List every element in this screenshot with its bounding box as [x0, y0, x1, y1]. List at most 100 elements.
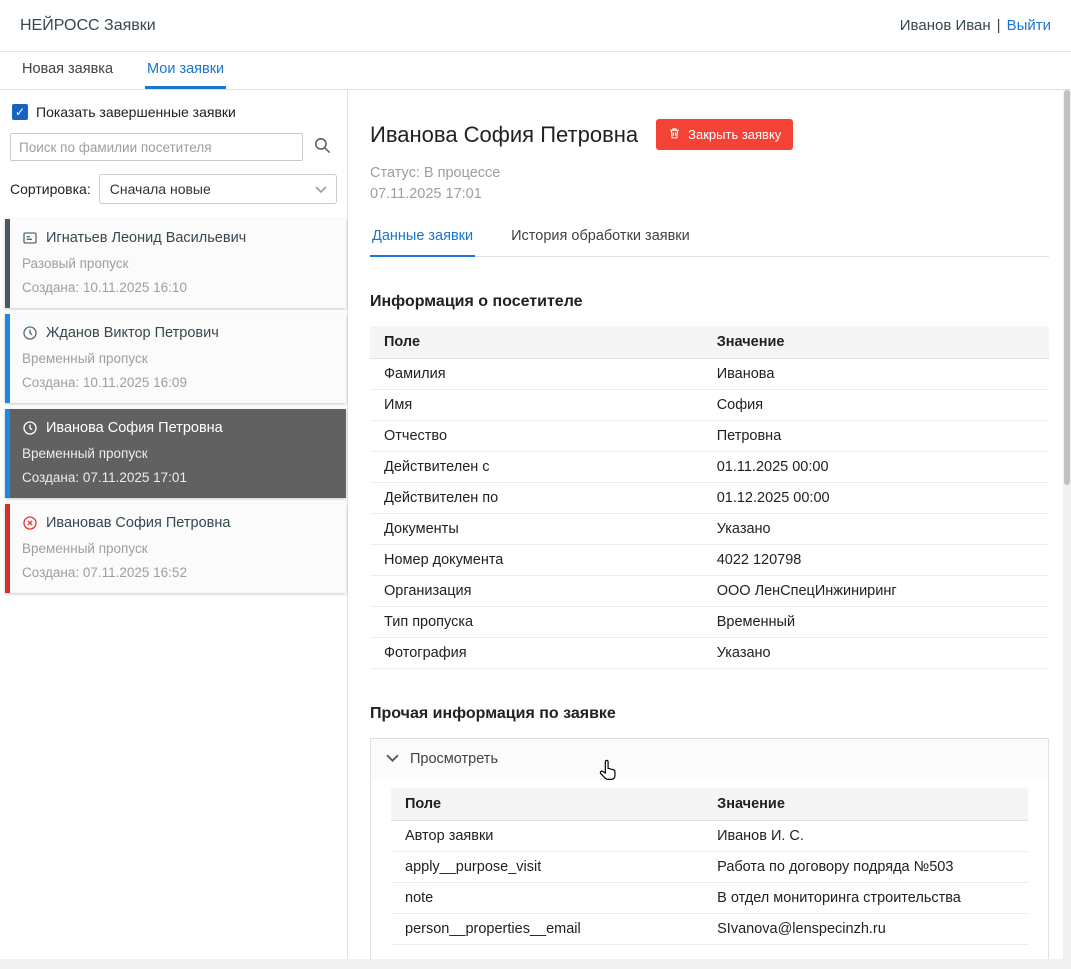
app-header: НЕЙРОСС Заявки Иванов Иван | Выйти	[0, 0, 1071, 52]
sort-select-value: Сначала новые	[110, 181, 211, 197]
page-title: Иванова София Петровна	[370, 122, 638, 148]
expander-label: Просмотреть	[410, 751, 498, 767]
table-row: ФамилияИванова	[370, 359, 1049, 390]
field-cell: Тип пропуска	[370, 607, 703, 638]
trash-icon	[668, 126, 681, 143]
horizontal-scrollbar-track[interactable]	[0, 959, 1063, 969]
search-input[interactable]	[10, 133, 303, 161]
value-cell: Работа по договору подряда №503	[703, 852, 1028, 883]
request-name: Игнатьев Леонид Васильевич	[46, 230, 246, 246]
user-name: Иванов Иван	[900, 17, 991, 34]
value-cell: 01.11.2025 00:00	[703, 452, 1049, 483]
user-area: Иванов Иван | Выйти	[900, 17, 1051, 34]
value-cell: Указано	[703, 514, 1049, 545]
sort-select[interactable]: Сначала новые	[99, 174, 337, 204]
value-cell: Иванов И. С.	[703, 821, 1028, 852]
show-completed-checkbox-row[interactable]: ✓ Показать завершенные заявки	[12, 104, 337, 120]
field-cell: person__properties__email	[391, 914, 703, 945]
request-type: Временный пропуск	[22, 446, 334, 461]
other-section-title: Прочая информация по заявке	[370, 705, 1049, 723]
table-row: Тип пропускаВременный	[370, 607, 1049, 638]
chevron-down-icon	[386, 751, 399, 767]
request-list-item[interactable]: Жданов Виктор Петрович Временный пропуск…	[5, 314, 346, 403]
field-cell: Имя	[370, 390, 703, 421]
request-list-item-selected[interactable]: Иванова София Петровна Временный пропуск…	[5, 409, 346, 498]
field-cell: Фамилия	[370, 359, 703, 390]
request-datetime: 07.11.2025 17:01	[370, 186, 1049, 202]
request-name: Иванова София Петровна	[46, 420, 223, 436]
other-info-table: Поле Значение Автор заявкиИванов И. С. a…	[391, 788, 1028, 945]
clock-icon	[22, 325, 38, 341]
column-header-field: Поле	[391, 788, 703, 821]
content-area: ✓ Показать завершенные заявки Сортировка…	[0, 90, 1071, 969]
value-cell: SIvanova@lenspecinzh.ru	[703, 914, 1028, 945]
field-cell: apply__purpose_visit	[391, 852, 703, 883]
request-type: Временный пропуск	[22, 351, 334, 366]
cancelled-icon	[22, 515, 38, 531]
main-nav-tabs: Новая заявка Мои заявки	[0, 52, 1071, 90]
field-cell: Автор заявки	[391, 821, 703, 852]
detail-tabs: Данные заявки История обработки заявки	[370, 219, 1049, 257]
request-type: Временный пропуск	[22, 541, 334, 556]
request-detail: Иванова София Петровна Закрыть заявку Ст…	[348, 90, 1071, 969]
table-row: Автор заявкиИванов И. С.	[391, 821, 1028, 852]
search-icon	[313, 136, 332, 158]
table-row: person__properties__emailSIvanova@lenspe…	[391, 914, 1028, 945]
field-cell: Фотография	[370, 638, 703, 669]
table-row: apply__purpose_visitРабота по договору п…	[391, 852, 1028, 883]
value-cell: 4022 120798	[703, 545, 1049, 576]
value-cell: В отдел мониторинга строительства	[703, 883, 1028, 914]
request-created: Создана: 10.11.2025 16:10	[22, 280, 334, 295]
title-row: Иванова София Петровна Закрыть заявку	[370, 119, 1049, 150]
sort-row: Сортировка: Сначала новые	[10, 174, 337, 204]
tab-my-requests[interactable]: Мои заявки	[145, 52, 226, 89]
field-cell: Документы	[370, 514, 703, 545]
column-header-value: Значение	[703, 326, 1049, 359]
request-name: Жданов Виктор Петрович	[46, 325, 219, 341]
expander-body: Поле Значение Автор заявкиИванов И. С. a…	[371, 779, 1048, 965]
table-row: noteВ отдел мониторинга строительства	[391, 883, 1028, 914]
request-created: Создана: 07.11.2025 17:01	[22, 470, 334, 485]
tab-request-data[interactable]: Данные заявки	[370, 219, 475, 257]
checkbox-checked-icon[interactable]: ✓	[12, 104, 28, 120]
status-text: Статус: В процессе	[370, 165, 1049, 181]
request-list-item[interactable]: Игнатьев Леонид Васильевич Разовый пропу…	[5, 219, 346, 308]
tab-request-history[interactable]: История обработки заявки	[509, 219, 692, 257]
value-cell: ООО ЛенСпецИнжиниринг	[703, 576, 1049, 607]
column-header-value: Значение	[703, 788, 1028, 821]
table-row: ОтчествоПетровна	[370, 421, 1049, 452]
request-created: Создана: 10.11.2025 16:09	[22, 375, 334, 390]
search-row	[10, 133, 337, 161]
table-row: Номер документа4022 120798	[370, 545, 1049, 576]
close-request-button[interactable]: Закрыть заявку	[656, 119, 793, 150]
sidebar-controls: ✓ Показать завершенные заявки Сортировка…	[0, 104, 347, 204]
field-cell: Действителен с	[370, 452, 703, 483]
value-cell: 01.12.2025 00:00	[703, 483, 1049, 514]
vertical-scrollbar-thumb[interactable]	[1064, 90, 1070, 485]
value-cell: Петровна	[703, 421, 1049, 452]
field-cell: note	[391, 883, 703, 914]
vertical-scrollbar-track[interactable]	[1063, 90, 1071, 969]
tab-new-request[interactable]: Новая заявка	[20, 52, 115, 89]
field-cell: Отчество	[370, 421, 703, 452]
visitor-table: Поле Значение ФамилияИванова ИмяСофия От…	[370, 326, 1049, 669]
request-type: Разовый пропуск	[22, 256, 334, 271]
value-cell: Временный	[703, 607, 1049, 638]
request-list-item[interactable]: Ивановав София Петровна Временный пропус…	[5, 504, 346, 593]
field-cell: Номер документа	[370, 545, 703, 576]
table-row: Действителен с01.11.2025 00:00	[370, 452, 1049, 483]
expander-header[interactable]: Просмотреть	[371, 739, 1048, 779]
field-cell: Организация	[370, 576, 703, 607]
clock-icon	[22, 420, 38, 436]
chevron-down-icon	[315, 181, 327, 197]
request-name: Ивановав София Петровна	[46, 515, 230, 531]
other-info-panel: Просмотреть Поле Значение Автор заявкиИв…	[370, 738, 1049, 966]
show-completed-label: Показать завершенные заявки	[36, 104, 236, 120]
app-title: НЕЙРОСС Заявки	[20, 17, 156, 35]
search-button[interactable]	[307, 133, 337, 161]
request-created: Создана: 07.11.2025 16:52	[22, 565, 334, 580]
sidebar: ✓ Показать завершенные заявки Сортировка…	[0, 90, 348, 969]
logout-link[interactable]: Выйти	[1007, 17, 1051, 34]
table-row: ФотографияУказано	[370, 638, 1049, 669]
column-header-field: Поле	[370, 326, 703, 359]
